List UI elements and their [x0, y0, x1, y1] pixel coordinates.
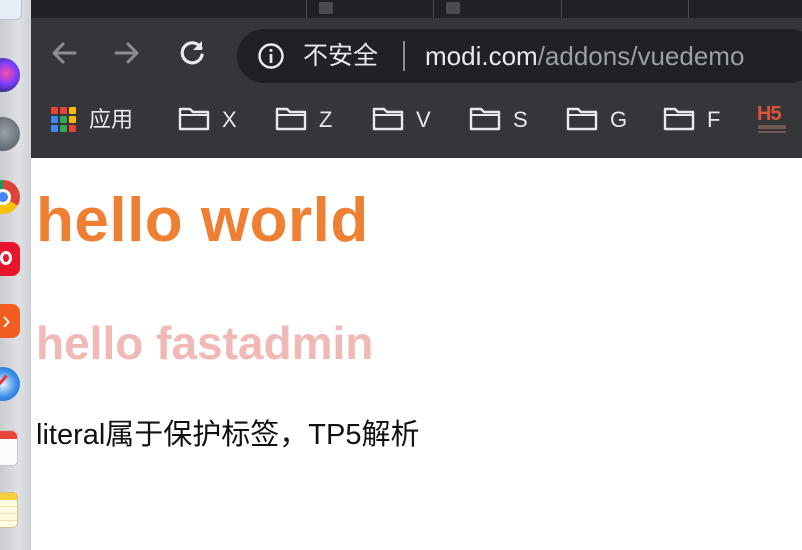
folder-icon — [566, 105, 598, 136]
bookmark-folder-s[interactable]: S — [469, 104, 528, 136]
chrome-icon[interactable] — [0, 180, 20, 214]
folder-icon — [372, 105, 404, 136]
h5-bookmark-logo[interactable]: H5 — [757, 103, 789, 135]
tab[interactable] — [561, 0, 688, 18]
dock — [0, 0, 31, 550]
bookmark-label: X — [222, 107, 237, 132]
browser-chrome: 不安全 modi.com/addons/vuedemo 应用 X Z V S G… — [31, 0, 802, 158]
folder-icon — [178, 105, 210, 136]
forward-arrow-icon — [114, 42, 139, 64]
heading-hello-fastadmin: hello fastadmin — [36, 317, 374, 369]
back-arrow-icon — [52, 42, 77, 64]
logo-stripe — [758, 131, 786, 133]
folder-icon — [663, 105, 695, 136]
launchpad-icon[interactable] — [0, 117, 20, 151]
forward-button[interactable] — [112, 38, 142, 68]
tab-strip — [31, 0, 802, 18]
url-host: modi.com — [425, 41, 538, 71]
bookmark-folder-v[interactable]: V — [372, 104, 431, 136]
bookmark-folder-x[interactable]: X — [178, 104, 237, 136]
bookmark-folder-z[interactable]: Z — [275, 104, 332, 136]
calendar-icon[interactable] — [0, 430, 18, 466]
bookmark-label: S — [513, 107, 528, 132]
siri-icon[interactable] — [0, 58, 20, 92]
tab[interactable] — [433, 0, 560, 18]
toolbar: 不安全 modi.com/addons/vuedemo — [31, 18, 802, 94]
notes-icon[interactable] — [0, 492, 18, 528]
bookmark-folder-f[interactable]: F — [663, 104, 720, 136]
bookmark-label: V — [416, 107, 431, 132]
folder-icon — [275, 105, 307, 136]
bookmark-apps[interactable]: 应用 — [51, 104, 133, 136]
folder-icon — [469, 105, 501, 136]
finder-icon[interactable] — [0, 0, 22, 20]
page-content: hello world hello fastadmin literal属于保护标… — [31, 158, 802, 550]
bookmark-label: 应用 — [89, 107, 134, 132]
safari-icon[interactable] — [0, 367, 20, 401]
url-text[interactable]: modi.com/addons/vuedemo — [425, 40, 744, 72]
reload-icon — [180, 41, 204, 65]
address-bar[interactable]: 不安全 modi.com/addons/vuedemo — [237, 29, 802, 83]
weibo-icon[interactable] — [0, 242, 20, 276]
bookmark-label: Z — [319, 107, 333, 132]
security-label[interactable]: 不安全 — [303, 40, 378, 72]
heading-hello-world: hello world — [36, 186, 369, 255]
url-path: /addons/vuedemo — [537, 41, 745, 71]
back-button[interactable] — [49, 38, 79, 68]
bookmarks-bar: 应用 X Z V S G F — [31, 94, 802, 146]
logo-stripe — [758, 125, 786, 129]
tab[interactable] — [306, 0, 433, 18]
apps-grid-icon — [51, 107, 77, 133]
bookmark-label: F — [707, 107, 721, 132]
address-separator — [403, 41, 405, 71]
tab[interactable] — [688, 0, 802, 18]
tab-favicon-icon — [446, 2, 460, 14]
bookmark-label: G — [610, 107, 628, 132]
tab-favicon-icon — [319, 2, 333, 14]
info-icon[interactable] — [257, 42, 285, 70]
reload-button[interactable] — [177, 38, 207, 68]
h5-logo-text: H5 — [757, 103, 782, 125]
bookmark-folder-g[interactable]: G — [566, 104, 627, 136]
parallels-icon[interactable] — [0, 304, 20, 338]
literal-paragraph: literal属于保护标签，TP5解析 — [36, 419, 420, 451]
